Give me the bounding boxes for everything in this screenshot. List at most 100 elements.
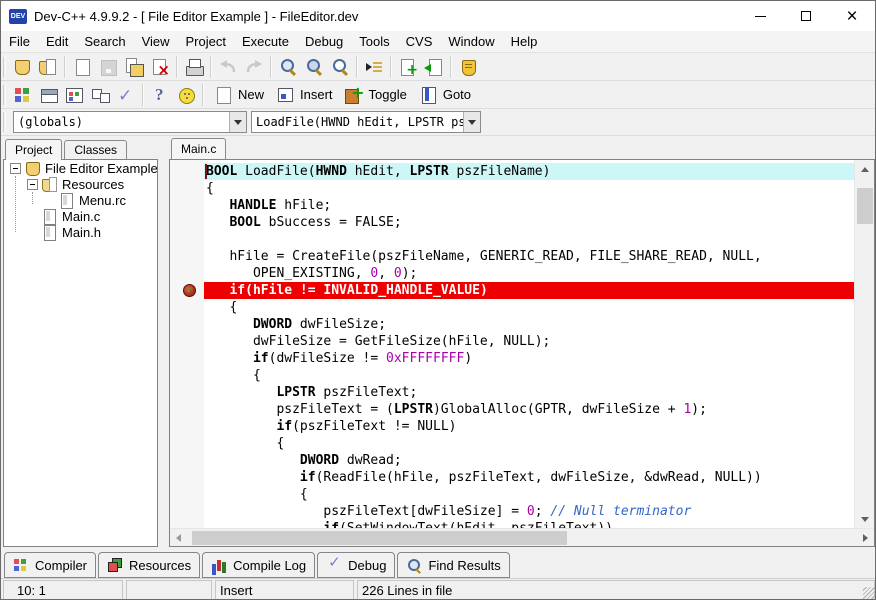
code-token: { xyxy=(206,368,261,383)
menu-item-execute[interactable]: Execute xyxy=(234,31,297,53)
print-button[interactable] xyxy=(181,55,207,79)
tree-item-menu-rc[interactable]: Menu.rc xyxy=(4,192,157,208)
undo-icon xyxy=(217,56,239,78)
code-line: { xyxy=(204,367,854,384)
about-button[interactable] xyxy=(173,83,199,107)
menu-item-help[interactable]: Help xyxy=(503,31,546,53)
vertical-scroll-thumb[interactable] xyxy=(857,188,873,224)
menu-item-debug[interactable]: Debug xyxy=(297,31,351,53)
menu-item-project[interactable]: Project xyxy=(178,31,234,53)
tree-item-label: File Editor Example xyxy=(45,161,158,176)
tab-classes[interactable]: Classes xyxy=(64,140,127,159)
compile-button[interactable] xyxy=(9,83,35,107)
goto-button-label: Goto xyxy=(443,87,471,102)
code-line: pszFileText[dwFileSize] = 0; // Null ter… xyxy=(204,503,854,520)
tree-expander-icon[interactable] xyxy=(10,163,21,174)
horizontal-scroll-thumb[interactable] xyxy=(192,531,567,545)
open-project-button[interactable] xyxy=(9,55,35,79)
code-token xyxy=(206,351,253,366)
replace-button[interactable] xyxy=(327,55,353,79)
tab-compile-log[interactable]: Compile Log xyxy=(202,552,315,578)
remove-from-project-button[interactable] xyxy=(421,55,447,79)
about-icon xyxy=(175,84,197,106)
scope-combobox[interactable]: (globals) xyxy=(13,111,247,133)
vertical-scrollbar[interactable] xyxy=(854,160,874,528)
menu-item-view[interactable]: View xyxy=(134,31,178,53)
toolbar-grip[interactable] xyxy=(3,57,6,77)
new-source-button[interactable] xyxy=(69,55,95,79)
run-button[interactable] xyxy=(35,83,61,107)
tree-item-file-editor-example[interactable]: File Editor Example xyxy=(4,160,157,176)
code-token: ) xyxy=(464,351,472,366)
chevron-down-icon[interactable] xyxy=(463,112,480,132)
tree-item-main-h[interactable]: Main.h xyxy=(4,224,157,240)
tab-resources[interactable]: Resources xyxy=(98,552,200,578)
code-area[interactable]: BOOL LoadFile(HWND hEdit, LPSTR pszFileN… xyxy=(204,160,854,528)
code-token: if xyxy=(253,351,269,366)
save-button[interactable] xyxy=(95,55,121,79)
file-icon xyxy=(42,209,58,224)
toolbar-grip[interactable] xyxy=(3,112,6,132)
debug-check-icon xyxy=(115,84,137,106)
goto-button[interactable]: Goto xyxy=(412,83,476,107)
redo-button[interactable] xyxy=(241,55,267,79)
find-button[interactable] xyxy=(275,55,301,79)
resources-icon xyxy=(107,558,124,573)
scroll-up-icon[interactable] xyxy=(855,160,875,178)
toggle-button[interactable]: Toggle xyxy=(338,83,412,107)
add-to-project-button[interactable] xyxy=(395,55,421,79)
tab-debug[interactable]: Debug xyxy=(317,552,395,578)
resize-grip[interactable] xyxy=(863,587,876,600)
toolbar-grip[interactable] xyxy=(3,85,6,105)
chevron-down-icon[interactable] xyxy=(229,112,246,132)
open-file-button[interactable] xyxy=(35,55,61,79)
save-all-button[interactable] xyxy=(121,55,147,79)
panel-splitter[interactable] xyxy=(158,138,169,547)
minimize-icon xyxy=(755,16,766,17)
find-in-files-button[interactable] xyxy=(301,55,327,79)
member-combobox[interactable]: LoadFile(HWND hEdit, LPSTR psz xyxy=(251,111,481,133)
tree-item-main-c[interactable]: Main.c xyxy=(4,208,157,224)
undo-button[interactable] xyxy=(215,55,241,79)
menu-item-search[interactable]: Search xyxy=(76,31,133,53)
tab-project[interactable]: Project xyxy=(5,139,62,160)
breakpoint-icon[interactable] xyxy=(183,284,196,297)
menu-item-file[interactable]: File xyxy=(1,31,38,53)
insert-button[interactable]: Insert xyxy=(269,83,338,107)
menu-item-edit[interactable]: Edit xyxy=(38,31,76,53)
tab-compiler[interactable]: Compiler xyxy=(4,552,96,578)
project-tree[interactable]: File Editor ExampleResourcesMenu.rcMain.… xyxy=(3,159,158,547)
menu-item-window[interactable]: Window xyxy=(440,31,502,53)
help-icon xyxy=(149,84,171,106)
close-button[interactable]: × xyxy=(829,1,875,31)
toolbar-separator xyxy=(202,84,204,106)
code-line: OPEN_EXISTING, 0, 0); xyxy=(204,265,854,282)
help-button[interactable] xyxy=(147,83,173,107)
code-token: dwRead; xyxy=(339,453,402,468)
rebuild-button[interactable] xyxy=(87,83,113,107)
navigator-bar: (globals) LoadFile(HWND hEdit, LPSTR psz xyxy=(1,109,875,136)
compile-run-button[interactable] xyxy=(61,83,87,107)
goto-line-button[interactable] xyxy=(361,55,387,79)
close-file-button[interactable] xyxy=(147,55,173,79)
debug-icon xyxy=(326,558,343,573)
debug-check-button[interactable] xyxy=(113,83,139,107)
new-page-icon xyxy=(212,84,234,106)
tree-expander-icon[interactable] xyxy=(27,179,38,190)
menu-item-tools[interactable]: Tools xyxy=(351,31,397,53)
horizontal-scrollbar[interactable] xyxy=(170,528,874,546)
tab-find-results[interactable]: Find Results xyxy=(397,552,509,578)
code-line: hFile = CreateFile(pszFileName, GENERIC_… xyxy=(204,248,854,265)
maximize-button[interactable] xyxy=(783,1,829,31)
profile-icon xyxy=(457,56,479,78)
editor-gutter[interactable] xyxy=(170,160,204,528)
find-in-files-icon xyxy=(303,56,325,78)
tree-item-resources[interactable]: Resources xyxy=(4,176,157,192)
minimize-button[interactable] xyxy=(737,1,783,31)
tab-main-c[interactable]: Main.c xyxy=(171,138,226,159)
menu-item-cvs[interactable]: CVS xyxy=(398,31,441,53)
scroll-down-icon[interactable] xyxy=(855,510,875,528)
new-button[interactable]: New xyxy=(207,83,269,107)
code-line: { xyxy=(204,180,854,197)
profile-button[interactable] xyxy=(455,55,481,79)
